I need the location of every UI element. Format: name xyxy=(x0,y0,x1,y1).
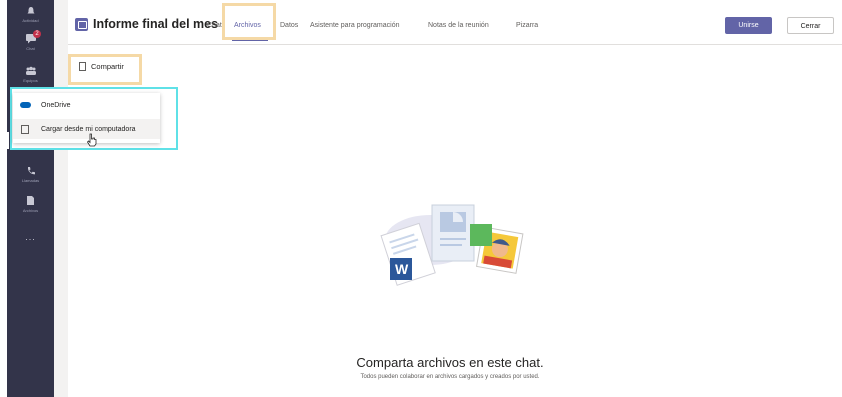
tab-highlight-box xyxy=(222,3,276,40)
tab-chat[interactable]: Chat xyxy=(207,22,222,29)
more-icon: ... xyxy=(25,232,36,242)
share-icon xyxy=(79,62,86,71)
tab-meeting-notes[interactable]: Notas de la reunión xyxy=(428,22,489,29)
rail-label-teams: Equipos xyxy=(23,78,38,83)
teams-icon xyxy=(25,66,36,75)
empty-state-subtitle: Todos pueden colaborar en archivos carga… xyxy=(360,374,540,380)
app-rail: Actividad 2 Chat Equipos Calendario Llam… xyxy=(7,0,54,397)
chat-header: Informe final del mes Chat Archivos Dato… xyxy=(68,0,842,45)
svg-text:W: W xyxy=(395,261,409,277)
bell-icon xyxy=(27,7,34,14)
close-button[interactable]: Cerrar xyxy=(787,17,834,34)
rail-label-chat: Chat xyxy=(26,46,35,51)
rail-label-calls: Llamadas xyxy=(21,178,40,183)
files-illustration: W xyxy=(380,204,524,286)
empty-state-title: Comparta archivos en este chat. xyxy=(356,355,544,370)
rail-label-activity: Actividad xyxy=(22,18,39,23)
share-label: Compartir xyxy=(91,62,124,71)
file-icon xyxy=(27,196,34,205)
chat-badge: 2 xyxy=(33,30,41,38)
side-strip xyxy=(54,0,68,397)
upload-icon xyxy=(21,124,29,134)
share-button[interactable]: Compartir xyxy=(79,62,124,71)
rail-item-more[interactable]: ... xyxy=(7,232,54,242)
hand-cursor-icon xyxy=(86,133,97,147)
rail-item-activity[interactable]: Actividad xyxy=(7,6,54,23)
menu-item-upload-label: Cargar desde mi computadora xyxy=(41,125,136,133)
tab-whiteboard[interactable]: Pizarra xyxy=(516,22,538,29)
tab-data[interactable]: Datos xyxy=(280,22,298,29)
rail-item-files[interactable]: Archivos xyxy=(7,195,54,213)
tab-scheduling-assistant[interactable]: Asistente para programación xyxy=(310,22,400,29)
join-button[interactable]: Unirse xyxy=(725,17,772,34)
onedrive-icon xyxy=(20,102,31,108)
rail-item-chat[interactable]: 2 Chat xyxy=(7,30,54,51)
menu-item-onedrive-label: OneDrive xyxy=(41,101,71,109)
rail-label-files: Archivos xyxy=(22,208,39,213)
phone-icon xyxy=(27,167,35,175)
chat-avatar-icon xyxy=(75,18,88,31)
rail-item-calls[interactable]: Llamadas xyxy=(7,166,54,183)
rail-item-teams[interactable]: Equipos xyxy=(7,66,54,83)
menu-item-onedrive[interactable]: OneDrive xyxy=(13,95,160,115)
page-title: Informe final del mes xyxy=(93,17,219,31)
